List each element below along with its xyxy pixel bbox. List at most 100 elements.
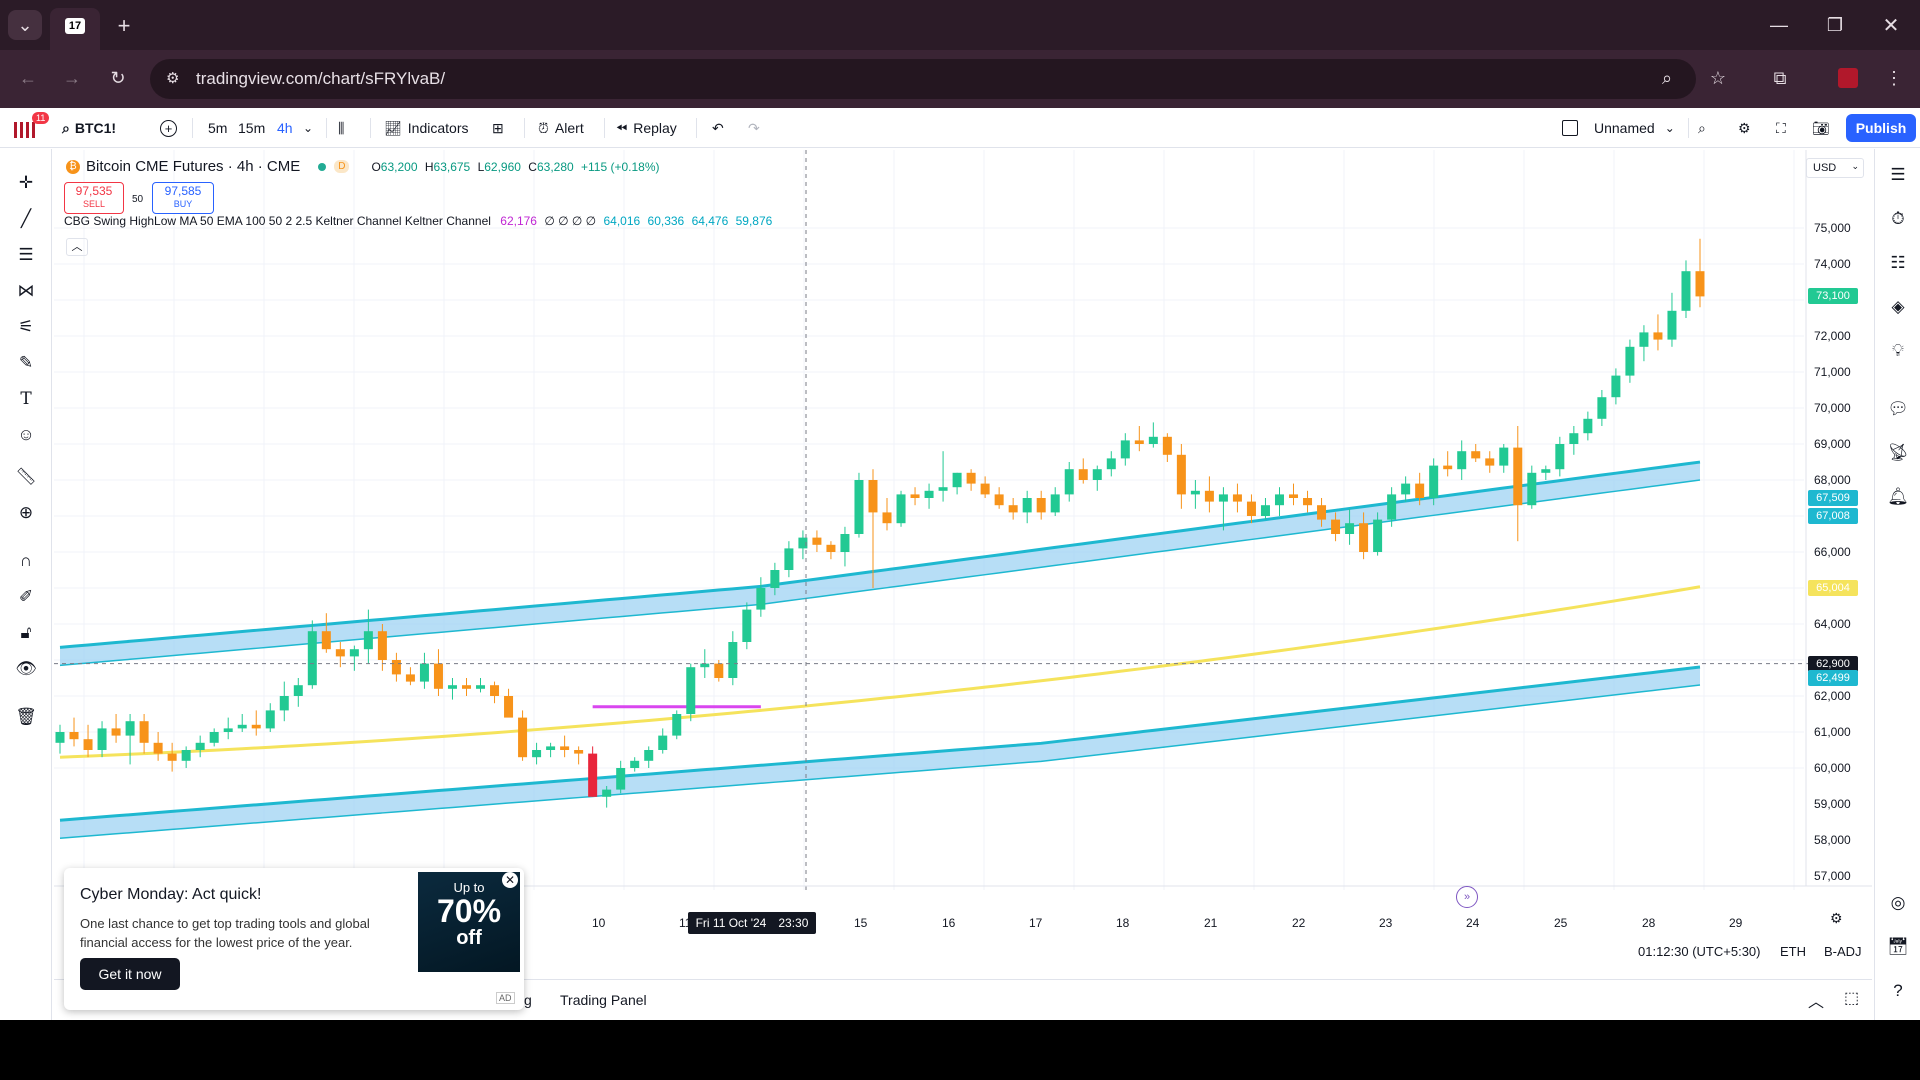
extension-avatar-icon[interactable] [1838,68,1858,88]
fib-retracement-icon[interactable]: ☰ [14,243,38,267]
candle-body [321,631,331,650]
collapse-legend-button[interactable]: ︿ [66,238,88,256]
fullscreen-button[interactable]: ⛶ [1776,116,1786,140]
symbol-search-button[interactable]: ⌕ BTC1! [62,116,116,140]
site-info-icon[interactable]: ⚙ [166,69,179,87]
streams-icon[interactable]: 📡︎ [1886,441,1910,465]
lock-drawing-icon[interactable]: ✐ [14,585,38,609]
bookmark-star-icon[interactable]: ☆ [1704,64,1732,92]
watchlist-icon[interactable]: ☰ [1886,163,1910,187]
candle-body [433,663,443,689]
candle-body [1653,332,1663,340]
interval-5m[interactable]: 5m [208,116,227,140]
ruler-icon[interactable]: 📏︎ [14,465,38,489]
target-icon[interactable]: ◎ [1886,891,1910,915]
lock-icon[interactable]: 🔓︎ [14,621,38,645]
alert-button[interactable]: ⏰︎ Alert [538,116,584,140]
candle-body [756,588,766,610]
address-bar[interactable]: ⚙ tradingview.com/chart/sFRYlvaB/ ⌕ [150,59,1696,99]
tab-partial[interactable]: g [524,992,532,1008]
indicators-button[interactable]: 📈︎ Indicators [384,116,468,140]
crosshair-icon[interactable]: ✛ [14,171,38,195]
new-tab-button[interactable]: + [110,12,138,40]
compare-symbol-button[interactable]: + [160,116,177,140]
scroll-to-realtime-icon[interactable]: » [1456,886,1478,908]
currency-select[interactable]: USD ⌄ [1806,158,1864,178]
magnet-icon[interactable]: ∩ [14,549,38,573]
tv-menu-button[interactable]: 11 [12,112,50,142]
close-ad-button[interactable]: ✕ [502,872,518,888]
notification-badge: 11 [32,112,50,124]
chart-pane[interactable]: ₿ Bitcoin CME Futures · 4h · CME D O63,2… [54,150,1872,978]
help-icon[interactable]: ? [1886,979,1910,1003]
indicator-legend[interactable]: CBG Swing HighLow MA 50 EMA 100 50 2 2.5… [64,214,772,228]
candle-body [223,728,233,732]
chevron-up-icon[interactable]: ︿ [1808,988,1824,1012]
quick-search-button[interactable]: ⌕ [1698,116,1706,140]
symbol-title[interactable]: Bitcoin CME Futures · 4h · CME [86,158,300,175]
price-chart[interactable] [54,150,1872,978]
templates-button[interactable]: ⊞ [492,116,504,140]
replay-button[interactable]: ⏪︎ Replay [616,116,677,140]
publish-label: Publish [1855,120,1907,136]
candle-body [1485,458,1495,466]
layout-button[interactable]: Unnamed ⌄ [1562,116,1675,140]
chart-type-button[interactable]: ⫼ [338,116,344,140]
restore-icon[interactable]: ❐ [1820,10,1850,40]
price-tag-last: 73,100 [1808,288,1858,305]
price-label: 64,000 [1814,617,1851,631]
reload-icon[interactable]: ↻ [104,64,132,92]
redo-button[interactable]: ↷ [748,116,760,140]
back-icon[interactable]: ← [14,64,42,92]
forward-icon[interactable]: → [58,64,86,92]
snapshot-button[interactable]: 📷︎ [1812,116,1830,140]
adjustment-toggle[interactable]: B-ADJ [1824,944,1862,959]
axis-settings-icon[interactable]: ⚙ [1830,910,1843,927]
emoji-icon[interactable]: ☺ [14,423,38,447]
publish-button[interactable]: Publish [1846,114,1916,142]
prediction-icon[interactable]: ⚟ [14,315,38,339]
camera-icon: 📷︎ [1812,119,1830,136]
null-values: ∅ ∅ ∅ ∅ [544,214,597,228]
text-icon[interactable]: T [14,387,38,411]
zoom-in-icon[interactable]: ⊕ [14,501,38,525]
trading-panel-tab[interactable]: Trading Panel [560,992,647,1008]
interval-4h[interactable]: 4h [277,116,293,140]
buy-button[interactable]: 97,585 BUY [152,182,214,214]
session-toggle[interactable]: ETH [1780,944,1806,959]
layers-icon[interactable]: ◈ [1886,295,1910,319]
interval-15m[interactable]: 15m [238,116,265,140]
clock-readout[interactable]: 01:12:30 (UTC+5:30) [1638,944,1760,959]
sell-button[interactable]: 97,535 SELL [64,182,124,214]
promo-image[interactable]: Up to 70% off [418,872,520,972]
market-status-dot-icon [318,162,327,171]
maximize-panel-icon[interactable]: ⬚ [1844,988,1859,1008]
get-it-now-button[interactable]: Get it now [80,958,180,990]
minimize-icon[interactable]: — [1764,10,1794,40]
calendar-icon[interactable]: 📅︎ [1886,935,1910,959]
active-tab[interactable]: 17 [50,8,100,50]
trash-icon[interactable]: 🗑︎ [14,705,38,729]
alerts-clock-icon[interactable]: ⏱︎ [1886,207,1910,231]
close-icon[interactable]: ✕ [1876,10,1906,40]
undo-button[interactable]: ↶ [712,116,724,140]
price-label: 72,000 [1814,329,1851,343]
eye-icon[interactable]: 👁︎ [14,657,38,681]
interval-dropdown[interactable]: ⌄ [303,116,313,140]
object-tree-icon[interactable]: ☷ [1886,251,1910,275]
extensions-icon[interactable]: ⧉ [1766,64,1794,92]
bell-icon[interactable]: 🔔︎ [1886,485,1910,509]
zoom-icon[interactable]: ⌕ [1662,68,1672,89]
chat-icon[interactable]: 💬︎ [1886,397,1910,421]
pattern-icon[interactable]: ⋈ [14,279,38,303]
ideas-bulb-icon[interactable]: 💡︎ [1886,339,1910,363]
browser-menu-icon[interactable]: ⋮ [1880,64,1908,92]
kc-value-2: 60,336 [647,214,685,228]
brush-icon[interactable]: ✎ [14,351,38,375]
trend-line-icon[interactable]: ╱ [14,207,38,231]
candle-body [181,750,191,761]
tab-search-button[interactable]: ⌄ [8,10,42,40]
settings-button[interactable]: ⚙ [1738,116,1751,140]
screen-bottom-letterbox [0,1020,1920,1080]
candle-body [1583,418,1593,434]
